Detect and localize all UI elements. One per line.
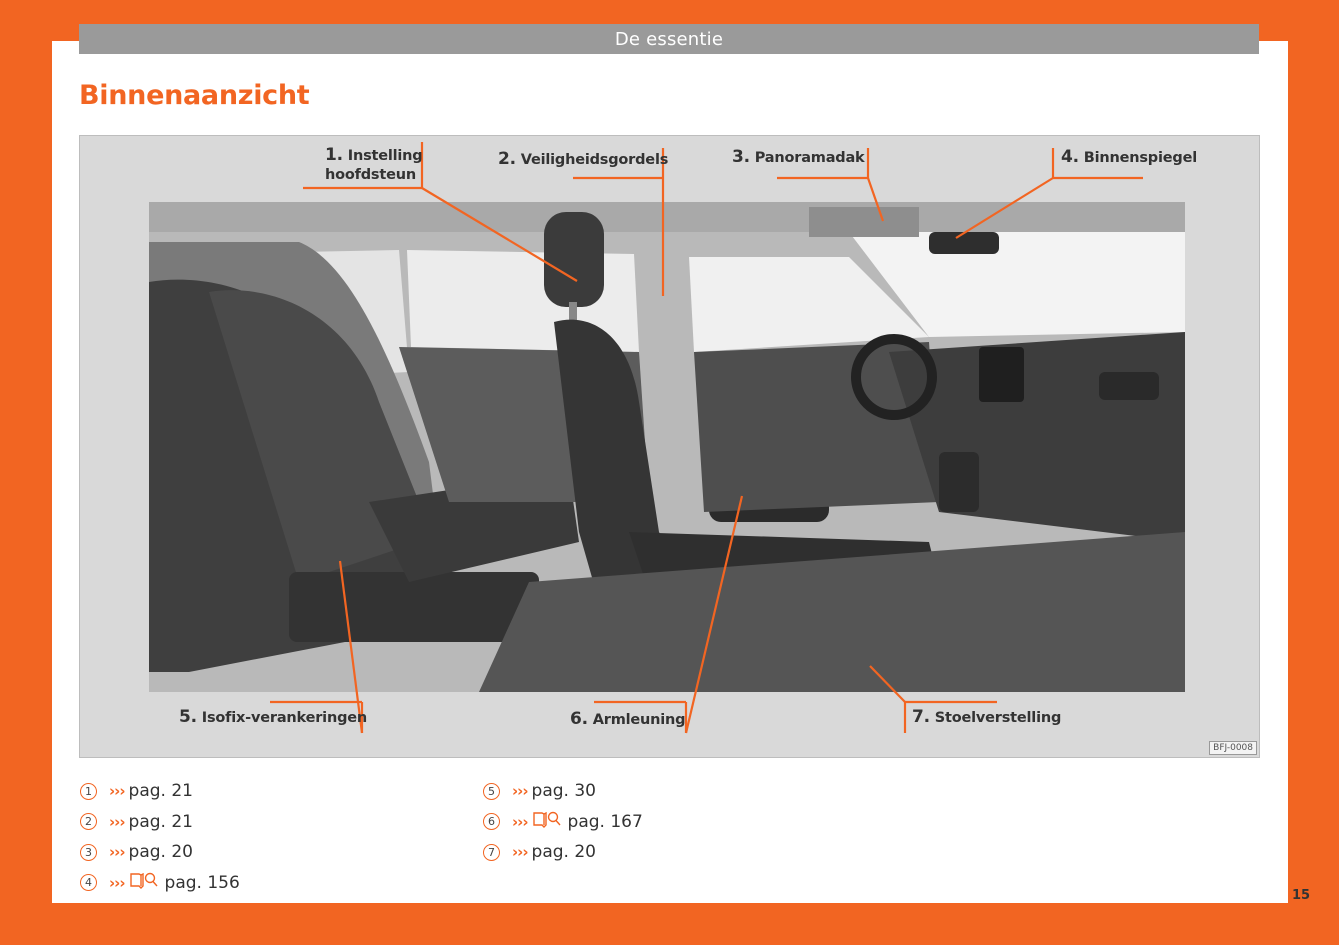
number-circle: 1 [80, 782, 97, 800]
arrows-icon: ››› [512, 843, 529, 862]
page-reference[interactable]: pag. 21 [129, 781, 193, 801]
label-isofix: 5. Isofix-verankeringen [179, 707, 367, 727]
list-item: 5 ››› pag. 30 [483, 776, 643, 807]
arrows-icon: ››› [512, 812, 529, 831]
page-reference[interactable]: pag. 21 [129, 812, 193, 832]
label-seat-adjustment: 7. Stoelverstelling [912, 707, 1062, 727]
list-item: 2 ››› pag. 21 [80, 807, 240, 838]
number-circle: 3 [80, 843, 97, 861]
reference-list-right: 5 ››› pag. 30 6 ››› pag. 167 7 ››› pag. … [483, 776, 643, 868]
book-search-icon [129, 871, 159, 894]
page-reference[interactable]: pag. 30 [532, 781, 596, 801]
arrows-icon: ››› [109, 812, 126, 831]
list-item: 6 ››› pag. 167 [483, 807, 643, 838]
label-panoramic-roof: 3. Panoramadak [732, 147, 865, 167]
interior-figure: 1. Instelling hoofdsteun 2. Veiligheidsg… [79, 135, 1260, 758]
label-headrest: 1. Instelling hoofdsteun [325, 145, 423, 184]
arrows-icon: ››› [109, 843, 126, 862]
number-circle: 5 [483, 782, 500, 800]
reference-list-left: 1 ››› pag. 21 2 ››› pag. 21 3 ››› pag. 2… [80, 776, 240, 898]
book-search-icon [532, 810, 562, 833]
page-reference[interactable]: pag. 167 [568, 812, 643, 832]
section-header: De essentie [79, 24, 1259, 54]
arrows-icon: ››› [109, 782, 126, 801]
list-item: 1 ››› pag. 21 [80, 776, 240, 807]
callout-lines [270, 142, 1143, 734]
page-title: Binnenaanzicht [79, 80, 310, 111]
arrows-icon: ››› [109, 873, 126, 892]
figure-code: BFJ-0008 [1209, 741, 1257, 755]
page-reference[interactable]: pag. 156 [165, 873, 240, 893]
list-item: 7 ››› pag. 20 [483, 837, 643, 868]
number-circle: 2 [80, 813, 97, 831]
list-item: 4 ››› pag. 156 [80, 868, 240, 899]
label-seatbelts: 2. Veiligheidsgordels [498, 149, 669, 169]
label-rearview-mirror: 4. Binnenspiegel [1061, 147, 1197, 167]
label-armrest: 6. Armleuning [570, 709, 686, 729]
number-circle: 4 [80, 874, 97, 892]
number-circle: 6 [483, 813, 500, 831]
page-number: 15 [1292, 888, 1311, 903]
page-reference[interactable]: pag. 20 [129, 842, 193, 862]
arrows-icon: ››› [512, 782, 529, 801]
page-reference[interactable]: pag. 20 [532, 842, 596, 862]
number-circle: 7 [483, 843, 500, 861]
list-item: 3 ››› pag. 20 [80, 837, 240, 868]
